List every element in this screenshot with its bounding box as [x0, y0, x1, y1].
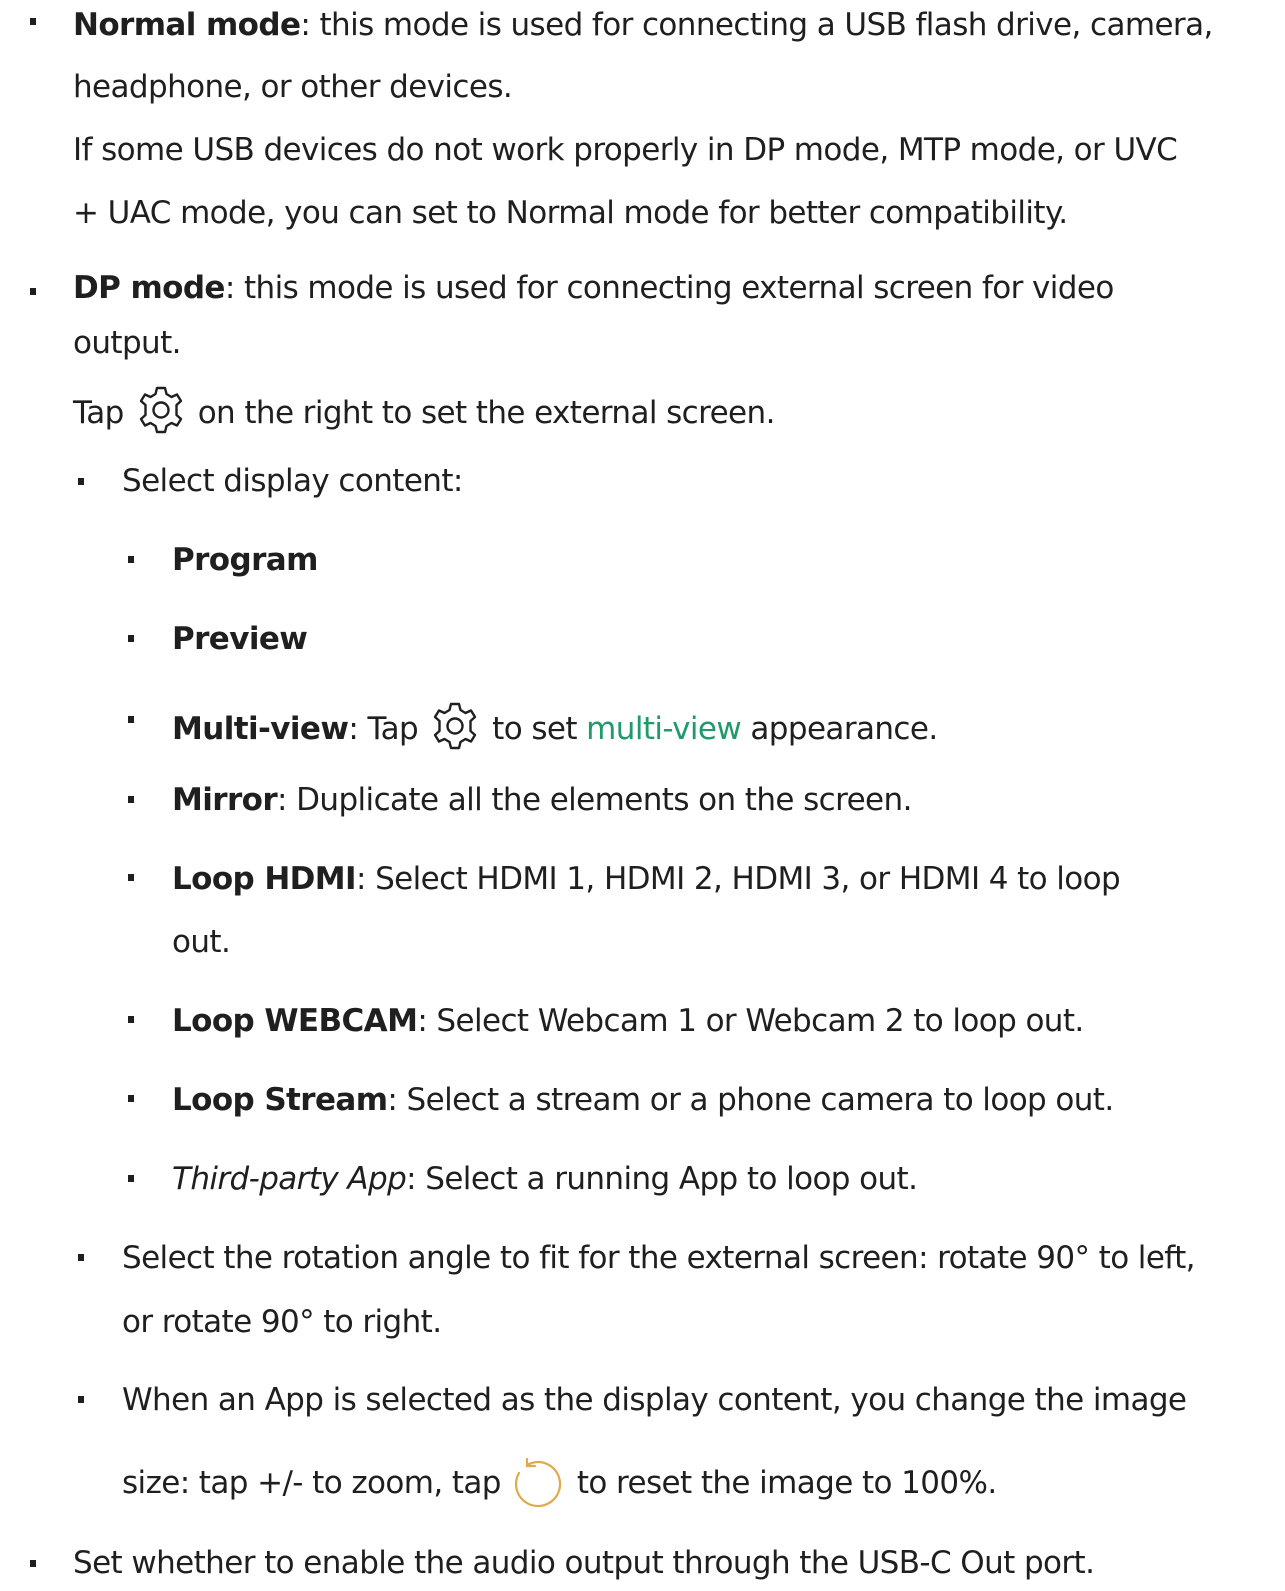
dp-mode-tap-line: Tap on the right to set the external scr… [73, 385, 775, 435]
tap-prefix: Tap [73, 395, 124, 431]
audio-output-line: Set whether to enable the audio output t… [73, 1545, 1095, 1581]
app-size-line1: When an App is selected as the display c… [122, 1382, 1187, 1418]
option-loop-hdmi-desc: : Select HDMI 1, HDMI 2, HDMI 3, or HDMI… [356, 861, 1121, 897]
option-loop-hdmi-line2: out. [172, 924, 231, 960]
option-multiview-pre: : Tap [348, 711, 419, 747]
option-loop-hdmi: Loop HDMI: Select HDMI 1, HDMI 2, HDMI 3… [172, 859, 1121, 899]
bullet [128, 1095, 134, 1102]
option-multiview: Multi-view: Tap to set multi-view appear… [172, 701, 938, 751]
option-third-party-desc: : Select a running App to loop out. [406, 1161, 918, 1197]
normal-mode-line1: Normal mode: this mode is used for conne… [73, 5, 1213, 45]
option-third-party-term: Third-party App [172, 1161, 407, 1197]
option-mirror: Mirror: Duplicate all the elements on th… [172, 780, 912, 820]
reset-icon[interactable] [509, 1451, 569, 1515]
normal-mode-note1: If some USB devices do not work properly… [73, 132, 1178, 168]
normal-mode-term: Normal mode [73, 7, 301, 43]
bullet [128, 796, 134, 803]
app-size-suffix: to reset the image to 100%. [576, 1465, 997, 1501]
option-program: Program [172, 540, 318, 580]
option-multiview-post: appearance. [750, 711, 938, 747]
rotation-line1: Select the rotation angle to fit for the… [122, 1240, 1195, 1276]
bullet [78, 1254, 84, 1261]
dp-mode-line2: output. [73, 325, 182, 361]
option-mirror-term: Mirror [172, 782, 278, 818]
normal-mode-note2: + UAC mode, you can set to Normal mode f… [73, 195, 1068, 231]
bullet [30, 1560, 36, 1567]
option-program-term: Program [172, 542, 318, 578]
select-content-label: Select display content: [122, 463, 463, 499]
bullet [78, 478, 84, 485]
document-page: Normal mode: this mode is used for conne… [0, 0, 1285, 1591]
option-mirror-desc: : Duplicate all the elements on the scre… [277, 782, 912, 818]
bullet [30, 288, 36, 295]
dp-mode-desc: : this mode is used for connecting exter… [224, 270, 1114, 306]
bullet [128, 1175, 134, 1182]
bullet [78, 1396, 84, 1403]
app-size-prefix: size: tap +/- to zoom, tap [122, 1465, 501, 1501]
gear-icon[interactable] [132, 385, 190, 435]
option-loop-webcam: Loop WEBCAM: Select Webcam 1 or Webcam 2… [172, 1001, 1084, 1041]
option-loop-webcam-term: Loop WEBCAM [172, 1003, 418, 1039]
app-size-line2: size: tap +/- to zoom, tap to reset the … [122, 1451, 997, 1515]
bullet [128, 556, 134, 563]
option-loop-stream: Loop Stream: Select a stream or a phone … [172, 1080, 1114, 1120]
normal-mode-desc: : this mode is used for connecting a USB… [300, 7, 1213, 43]
bullet [128, 1016, 134, 1023]
option-preview-term: Preview [172, 621, 308, 657]
rotation-line2: or rotate 90° to right. [122, 1304, 442, 1340]
dp-mode-term: DP mode [73, 270, 225, 306]
multi-view-link[interactable]: multi-view [586, 711, 742, 747]
normal-mode-line2: headphone, or other devices. [73, 69, 513, 105]
dp-mode-line1: DP mode: this mode is used for connectin… [73, 268, 1114, 308]
option-loop-webcam-desc: : Select Webcam 1 or Webcam 2 to loop ou… [417, 1003, 1084, 1039]
bullet [128, 874, 134, 881]
bullet [128, 635, 134, 642]
option-preview: Preview [172, 619, 308, 659]
option-multiview-mid: to set [492, 711, 577, 747]
tap-suffix: on the right to set the external screen. [197, 395, 776, 431]
option-third-party-app: Third-party App: Select a running App to… [172, 1159, 918, 1199]
bullet [128, 716, 134, 723]
gear-icon[interactable] [426, 701, 484, 751]
bullet [30, 18, 36, 25]
option-loop-stream-term: Loop Stream [172, 1082, 388, 1118]
option-loop-stream-desc: : Select a stream or a phone camera to l… [387, 1082, 1114, 1118]
option-loop-hdmi-term: Loop HDMI [172, 861, 357, 897]
option-multiview-term: Multi-view [172, 711, 349, 747]
